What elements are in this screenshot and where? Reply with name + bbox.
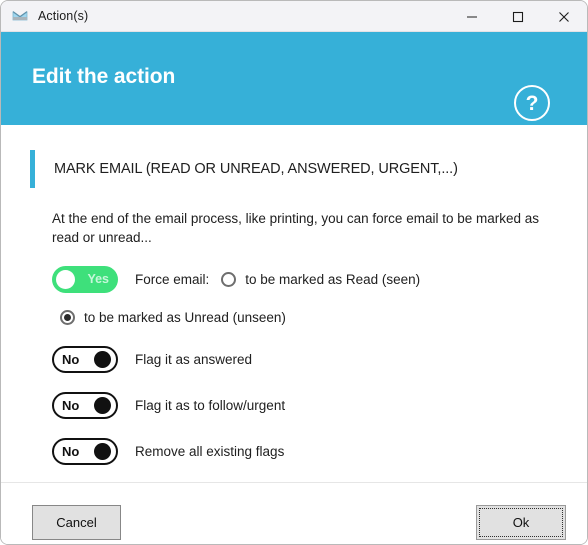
flag-follow-urgent-label: Flag it as to follow/urgent [135, 397, 286, 413]
radio-mark-unread[interactable] [60, 309, 75, 325]
ok-button[interactable]: Ok [476, 505, 566, 540]
maximize-icon[interactable] [495, 1, 541, 32]
question-mark-icon: ? [514, 85, 550, 121]
page-header: Edit the action ? Open help [1, 32, 587, 136]
close-icon[interactable] [541, 1, 587, 32]
toggle-flag-follow-urgent[interactable]: No [52, 391, 118, 419]
radio-mark-unread-label: to be marked as Unread (unseen) [84, 309, 286, 325]
toggle-state-label: Yes [87, 271, 109, 286]
remove-flags-label: Remove all existing flags [135, 443, 285, 459]
toggle-state-label: No [62, 397, 80, 413]
dialog-footer: Cancel Ok [1, 482, 587, 544]
option-row-flag-answered: No Flag it as answered [52, 344, 587, 374]
toggle-knob [56, 269, 75, 289]
option-row-remove-flags: No Remove all existing flags [52, 436, 587, 466]
force-email-label: Force email: [135, 271, 210, 287]
toggle-knob [94, 442, 111, 460]
toggle-force-email[interactable]: Yes [52, 265, 118, 293]
open-help-label: Open help [508, 124, 556, 136]
main-content: MARK EMAIL (READ OR UNREAD, ANSWERED, UR… [1, 150, 587, 544]
radio-mark-read[interactable] [221, 271, 237, 287]
section-description: At the end of the email process, like pr… [52, 211, 540, 246]
flag-answered-label: Flag it as answered [135, 351, 253, 367]
page-title: Edit the action [32, 65, 176, 88]
toggle-state-label: No [62, 351, 80, 367]
radio-mark-read-label: to be marked as Read (seen) [245, 271, 421, 287]
toggle-knob [94, 396, 111, 414]
options-list: Yes Force email: to be marked as Read (s… [1, 264, 587, 466]
option-row-flag-follow-urgent: No Flag it as to follow/urgent [52, 390, 587, 420]
section-header: MARK EMAIL (READ OR UNREAD, ANSWERED, UR… [30, 150, 587, 188]
toggle-knob [94, 350, 111, 368]
minimize-icon[interactable] [449, 1, 495, 32]
option-row-mark-unread: to be marked as Unread (unseen) [60, 305, 587, 329]
toggle-flag-answered[interactable]: No [52, 345, 118, 373]
accent-bar [30, 150, 35, 188]
action-edit-window: Action(s) Edit the action ? Open help MA… [0, 0, 588, 545]
window-controls [449, 1, 587, 32]
window-title: Action(s) [38, 9, 89, 23]
title-bar: Action(s) [1, 1, 587, 32]
open-help-button[interactable]: ? Open help [501, 85, 563, 136]
toggle-remove-flags[interactable]: No [52, 437, 118, 465]
cancel-button[interactable]: Cancel [32, 505, 121, 540]
section-title: MARK EMAIL (READ OR UNREAD, ANSWERED, UR… [54, 161, 458, 177]
toggle-state-label: No [62, 443, 80, 459]
envelope-icon [12, 8, 28, 24]
option-row-force-email: Yes Force email: to be marked as Read (s… [52, 264, 587, 294]
